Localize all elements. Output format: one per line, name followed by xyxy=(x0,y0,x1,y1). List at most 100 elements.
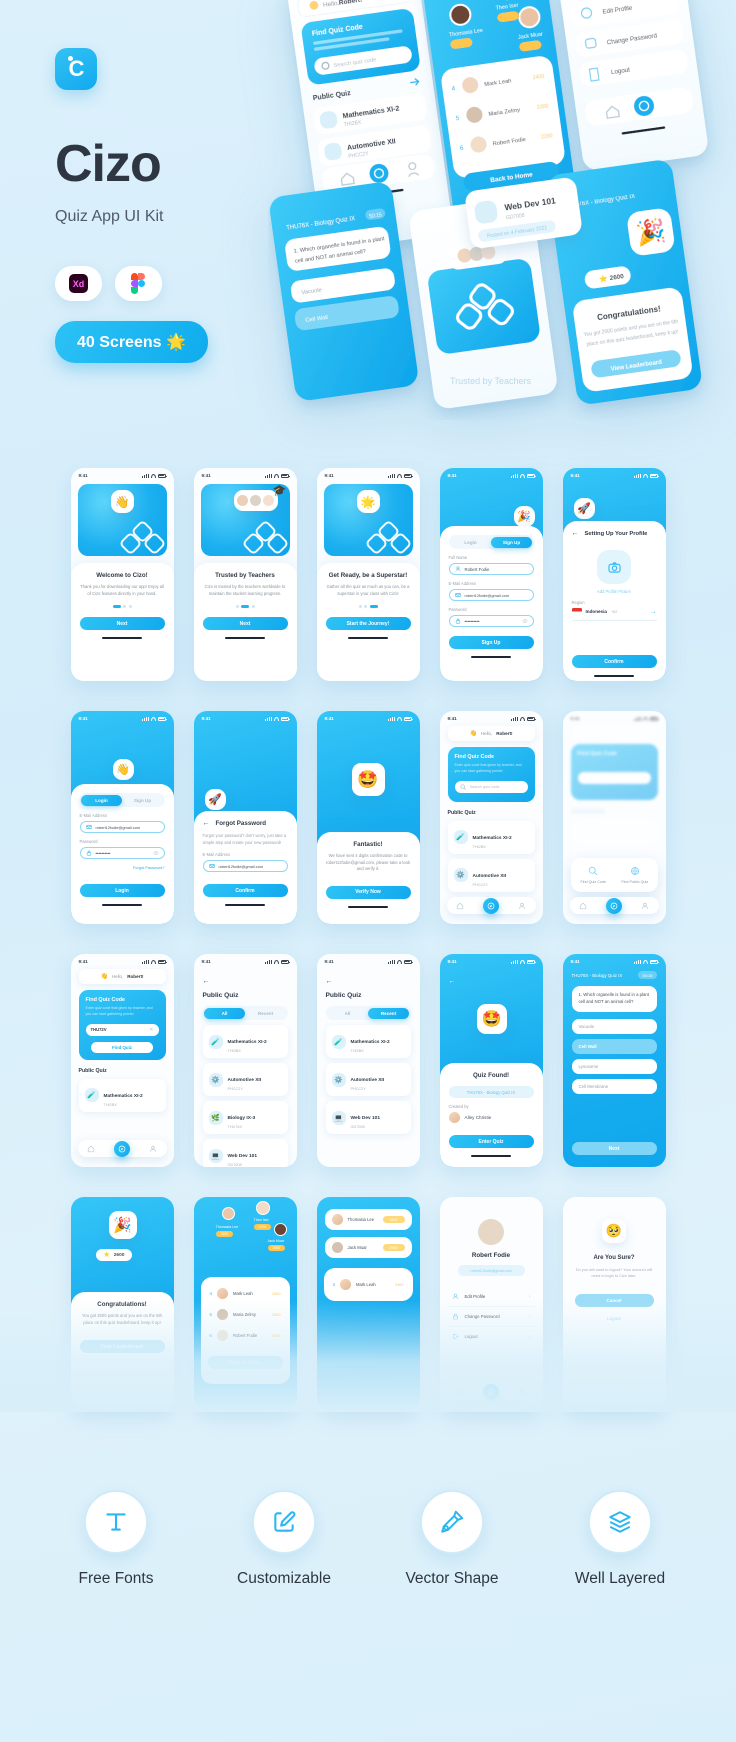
home-icon[interactable] xyxy=(87,1145,95,1153)
bottom-nav[interactable] xyxy=(569,897,659,914)
screen-profile-setup[interactable]: 9:41 🚀 ← Setting Up Your Profile Add Pro… xyxy=(562,468,666,681)
search-quiz-input[interactable]: Search quiz code xyxy=(454,780,528,793)
eye-icon[interactable] xyxy=(152,850,159,856)
home-icon[interactable] xyxy=(456,1388,464,1396)
profile-photo-placeholder[interactable] xyxy=(597,550,631,584)
signup-button[interactable]: Sign Up xyxy=(448,636,534,649)
quiz-list-item[interactable]: ⚙️ Automotive XII PHCC2Y xyxy=(202,1063,288,1096)
back-arrow-icon[interactable]: ← xyxy=(317,964,420,988)
email-input[interactable]: robert12fodie@gmail.com xyxy=(202,860,288,873)
profile-icon[interactable] xyxy=(518,902,526,910)
screen-quiz-found[interactable]: 9:41 ← 🤩 Quiz Found! THU76X - Biology Qu… xyxy=(439,954,543,1167)
screen-public-quiz-all[interactable]: 9:41 ← Public Quiz All Recent 🧪 Mathemat… xyxy=(193,954,297,1167)
find-quiz-code-option[interactable]: Find Quiz Code xyxy=(573,866,615,884)
screen-welcome[interactable]: 9:41 👋 Welcome to Cizo! Thank you for do… xyxy=(70,468,174,681)
cancel-button[interactable]: Cancel xyxy=(574,1293,654,1307)
explore-fab-button[interactable] xyxy=(606,897,622,914)
fullname-input[interactable]: Robert Fodie xyxy=(448,563,534,575)
leaderboard-row[interactable]: 4 Mark Leah 2400 xyxy=(208,1283,283,1304)
bottom-nav[interactable] xyxy=(77,1140,167,1157)
screen-question[interactable]: 9:41 THU76X - Biology Quiz IX 50:15 1. W… xyxy=(562,954,666,1167)
screen-congratulations[interactable]: 🎉 ⭐ 2600 Congratulations! You got 2600 p… xyxy=(70,1197,174,1410)
password-input[interactable]: •••••••••• xyxy=(448,615,534,627)
view-leaderboard-button[interactable]: View Leaderboard xyxy=(79,1340,165,1353)
profile-icon[interactable] xyxy=(518,1388,526,1396)
screen-public-quiz-recent[interactable]: 9:41 ← Public Quiz All Recent 🧪 Mathemat… xyxy=(316,954,420,1167)
answer-option[interactable]: Lysosome xyxy=(571,1058,657,1074)
tab-signup[interactable]: Sign Up xyxy=(122,795,163,806)
quiz-list-item[interactable]: 💻 Web Dev 101 GD7008 xyxy=(325,1101,411,1134)
explore-fab-button[interactable] xyxy=(114,1140,130,1157)
quiz-action-sheet[interactable]: Find Quiz Code Find Public Quiz xyxy=(570,858,658,892)
menu-item-edit-profile[interactable]: Edit Profile › xyxy=(447,1287,535,1307)
leaderboard-top-row[interactable]: Jack Muar 2900 xyxy=(324,1237,412,1258)
quiz-code-input[interactable]: THU72V ✕ xyxy=(85,1023,159,1036)
forgot-password-link[interactable]: Forgot Password? xyxy=(80,865,165,870)
leaderboard-top-row[interactable]: Thomasia Lee 3100 xyxy=(324,1209,412,1230)
quiz-list-item[interactable]: 🧪 Mathematics XI-2 THI2BX xyxy=(447,820,535,854)
quiz-list-item[interactable]: 🧪 Mathematics XI-2 THI2BX xyxy=(78,1078,166,1112)
menu-item-change-password[interactable]: Change Password › xyxy=(447,1307,535,1327)
back-arrow-icon[interactable]: ← xyxy=(440,964,543,988)
quiz-list-item[interactable]: ⚙️ Automotive XII PHCC2Y xyxy=(325,1063,411,1096)
quiz-list-item[interactable]: 🌿 Biology IX-3 THU76X xyxy=(202,1101,288,1134)
add-profile-picture-link[interactable]: Add Profile Picture xyxy=(572,589,657,594)
verify-now-button[interactable]: Verify Now xyxy=(325,885,411,899)
screen-login[interactable]: 9:41 👋 Login Sign Up E-Mail Address robe… xyxy=(70,711,174,924)
figma-badge[interactable] xyxy=(115,266,162,301)
quiz-list-item[interactable]: 💻 Web Dev 101 GD7008 xyxy=(202,1139,288,1167)
bottom-nav[interactable] xyxy=(446,897,536,914)
screen-trusted[interactable]: 9:41 🎓 Trusted by Teachers Cizo is trust… xyxy=(193,468,297,681)
confirm-button[interactable]: Confirm xyxy=(202,884,288,898)
screen-profile[interactable]: Robert Fodie robert12fodie@gmail.com Edi… xyxy=(439,1197,543,1410)
back-arrow-icon[interactable]: ← xyxy=(194,964,297,988)
bottom-nav[interactable] xyxy=(446,1383,536,1400)
screen-forgot-password[interactable]: 9:41 🚀 ← Forgot Password Forgot your pas… xyxy=(193,711,297,924)
quiz-filter-tabs[interactable]: All Recent xyxy=(202,1006,288,1020)
leaderboard-row[interactable]: 4 Mark Leah 2400 xyxy=(331,1274,406,1295)
login-button[interactable]: Login xyxy=(79,884,165,897)
screen-leaderboard-list[interactable]: Thomasia Lee 3100 Jack Muar 2900 4 Mark … xyxy=(316,1197,420,1410)
tab-login[interactable]: Login xyxy=(81,794,122,806)
menu-item-logout[interactable]: Logout › xyxy=(448,1327,535,1346)
quiz-filter-tabs[interactable]: All Recent xyxy=(325,1006,411,1020)
screen-home-action-sheet[interactable]: 9:41 Find Quiz Code Find Quiz Code Find … xyxy=(562,711,666,924)
screen-home[interactable]: 9:41 👋 Hello, Robert! Find Quiz Code Ent… xyxy=(439,711,543,924)
quiz-list-item[interactable]: 🧪 Mathematics XI-2 THI2BX xyxy=(202,1025,288,1058)
leaderboard-row[interactable]: 6 Robert Fodie 2200 xyxy=(208,1325,283,1346)
screen-logout-confirm[interactable]: 🥺 Are You Sure? Do you still want to log… xyxy=(562,1197,666,1410)
confirm-button[interactable]: Confirm xyxy=(571,655,657,668)
next-button[interactable]: Next xyxy=(202,617,288,630)
clear-icon[interactable]: ✕ xyxy=(149,1027,153,1033)
password-input[interactable]: •••••••••• xyxy=(79,847,165,859)
find-public-quiz-option[interactable]: Find Public Quiz xyxy=(614,866,656,884)
back-arrow-icon[interactable]: ← xyxy=(572,530,579,537)
enter-quiz-button[interactable]: Enter Quiz xyxy=(448,1135,534,1148)
profile-icon[interactable] xyxy=(641,902,649,910)
chevron-right-icon[interactable]: → xyxy=(651,609,657,615)
tab-login[interactable]: Login xyxy=(450,537,491,548)
adobe-xd-badge[interactable]: Xd xyxy=(55,266,102,301)
find-quiz-card[interactable]: Find Quiz Code Enter quiz code that give… xyxy=(447,747,535,802)
screen-fantastic[interactable]: 9:41 🤩 Fantastic! We have sent 4 digits … xyxy=(316,711,420,924)
start-journey-button[interactable]: Start the Journey! xyxy=(325,617,411,630)
answer-option-selected[interactable]: Cell Wall xyxy=(571,1038,657,1054)
screen-leaderboard[interactable]: Thomasia Lee 3100 Theo Iser 3200 Jack Mu… xyxy=(193,1197,297,1410)
tab-signup[interactable]: Sign Up xyxy=(491,536,532,548)
logout-button[interactable]: Logout xyxy=(575,1316,654,1321)
back-to-home-button[interactable]: Back to Home xyxy=(207,1356,283,1369)
answer-option[interactable]: Vacuole xyxy=(571,1018,657,1034)
find-quiz-card[interactable]: Find Quiz Code Enter quiz code that give… xyxy=(78,990,166,1060)
auth-tabs[interactable]: Login Sign Up xyxy=(79,793,165,807)
next-button[interactable]: Next xyxy=(79,617,165,630)
home-icon[interactable] xyxy=(456,902,464,910)
eye-icon[interactable] xyxy=(521,618,528,624)
profile-icon[interactable] xyxy=(149,1145,157,1153)
tab-recent[interactable]: Recent xyxy=(368,1007,409,1019)
screen-signup[interactable]: 9:41 🎉 Login Sign Up Full Name Robert Fo… xyxy=(439,468,543,681)
tab-all[interactable]: All xyxy=(204,1007,245,1019)
screen-superstar[interactable]: 9:41 🌟 Get Ready, be a Superstar! Gather… xyxy=(316,468,420,681)
email-input[interactable]: robert12fodie@gmail.com xyxy=(448,589,534,601)
email-input[interactable]: robert12fodie@gmail.com xyxy=(79,821,165,833)
auth-tabs[interactable]: Login Sign Up xyxy=(448,535,534,549)
